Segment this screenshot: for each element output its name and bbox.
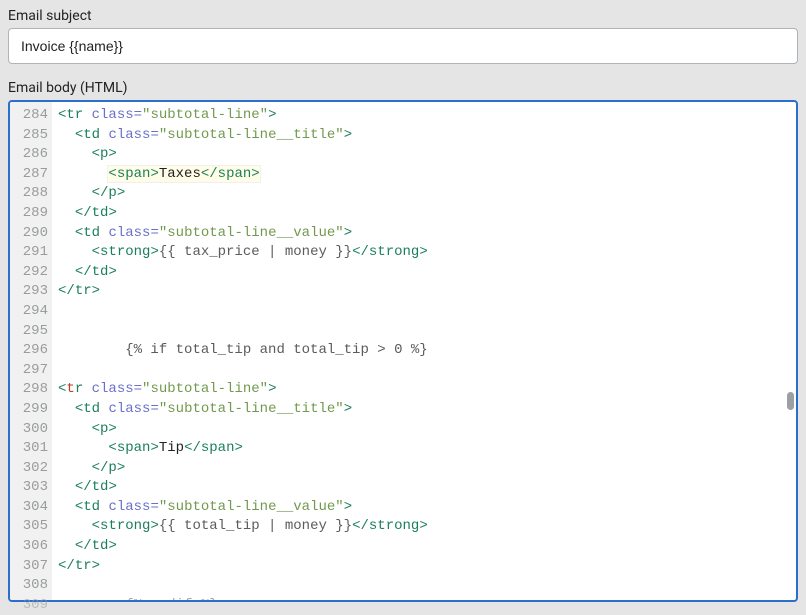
code-line[interactable]: <tr class="subtotal-line"> [58, 106, 790, 126]
code-line[interactable]: {% endif %} [58, 596, 790, 600]
code-line[interactable] [58, 322, 790, 342]
line-number: 299 [10, 400, 48, 420]
code-line[interactable]: </td> [58, 537, 790, 557]
line-number: 300 [10, 420, 48, 440]
editor-code-area[interactable]: <tr class="subtotal-line"> <td class="su… [52, 102, 796, 600]
code-line[interactable]: {% if total_tip and total_tip > 0 %} [58, 341, 790, 361]
line-number: 284 [10, 106, 48, 126]
line-number: 298 [10, 380, 48, 400]
code-line[interactable] [58, 302, 790, 322]
line-number: 296 [10, 341, 48, 361]
line-number: 306 [10, 537, 48, 557]
line-number: 293 [10, 282, 48, 302]
line-number: 308 [10, 576, 48, 596]
code-line[interactable]: </td> [58, 204, 790, 224]
line-number: 297 [10, 361, 48, 381]
email-subject-label: Email subject [8, 8, 798, 24]
code-line[interactable]: </tr> [58, 282, 790, 302]
editor-gutter: 2842852862872882892902912922932942952962… [10, 102, 52, 600]
code-line[interactable]: <td class="subtotal-line__value"> [58, 498, 790, 518]
code-line[interactable]: </tr> [58, 557, 790, 577]
code-line[interactable]: <span>Taxes</span> [58, 165, 790, 185]
line-number: 292 [10, 263, 48, 283]
code-line[interactable] [58, 361, 790, 381]
line-number: 301 [10, 439, 48, 459]
line-number: 287 [10, 165, 48, 185]
code-line[interactable]: </td> [58, 263, 790, 283]
code-line[interactable]: <tr class="subtotal-line"> [58, 380, 790, 400]
search-highlight: <span>Taxes</span> [108, 166, 259, 182]
line-number: 285 [10, 126, 48, 146]
line-number: 295 [10, 322, 48, 342]
line-number: 294 [10, 302, 48, 322]
code-line[interactable]: <span>Tip</span> [58, 439, 790, 459]
line-number: 303 [10, 478, 48, 498]
code-line[interactable]: <strong>{{ total_tip | money }}</strong> [58, 517, 790, 537]
line-number: 286 [10, 145, 48, 165]
code-line[interactable]: <strong>{{ tax_price | money }}</strong> [58, 243, 790, 263]
line-number: 302 [10, 459, 48, 479]
code-line[interactable]: <p> [58, 145, 790, 165]
code-line[interactable]: <td class="subtotal-line__value"> [58, 224, 790, 244]
line-number: 290 [10, 224, 48, 244]
code-line[interactable] [58, 576, 790, 596]
line-number: 288 [10, 184, 48, 204]
code-line[interactable]: </p> [58, 459, 790, 479]
editor-scrollbar-thumb[interactable] [787, 392, 794, 410]
email-body-editor[interactable]: 2842852862872882892902912922932942952962… [8, 100, 798, 602]
email-subject-input[interactable] [8, 28, 798, 64]
line-number: 304 [10, 498, 48, 518]
line-number: 291 [10, 243, 48, 263]
line-number: 305 [10, 517, 48, 537]
code-line[interactable]: </p> [58, 184, 790, 204]
code-line[interactable]: <td class="subtotal-line__title"> [58, 400, 790, 420]
email-body-label: Email body (HTML) [8, 80, 798, 96]
code-line[interactable]: </td> [58, 478, 790, 498]
line-number: 289 [10, 204, 48, 224]
code-line[interactable]: <td class="subtotal-line__title"> [58, 126, 790, 146]
code-line[interactable]: <p> [58, 420, 790, 440]
line-number: 309 [10, 596, 48, 615]
line-number: 307 [10, 557, 48, 577]
